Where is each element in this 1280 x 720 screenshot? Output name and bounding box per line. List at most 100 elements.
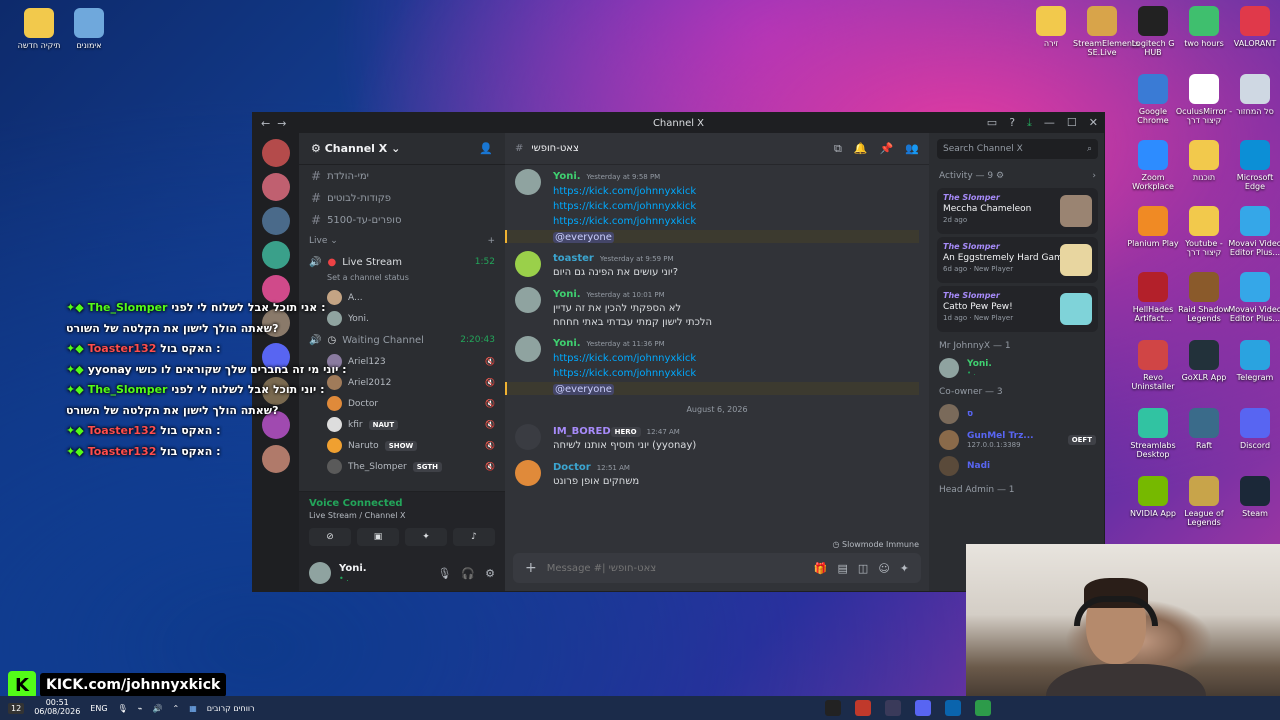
language-indicator[interactable]: ENG	[90, 704, 107, 713]
notification-badge[interactable]: 12	[8, 702, 25, 714]
server-icon[interactable]	[262, 173, 290, 201]
avatar[interactable]	[309, 562, 331, 584]
member-item[interactable]: Yoni. • .	[929, 355, 1104, 381]
voice-channel-live-stream[interactable]: 🔊 ● Live Stream 1:52	[299, 251, 505, 273]
attach-plus-icon[interactable]: +	[525, 560, 537, 576]
message-input[interactable]	[546, 562, 804, 574]
message-author[interactable]: Yoni.	[553, 289, 581, 300]
bell-icon[interactable]: 🔔	[854, 142, 868, 156]
desktop-shortcut[interactable]: זירה	[1022, 6, 1080, 48]
message-author[interactable]: Yoni.	[553, 338, 581, 349]
member-item[interactable]: Nadi	[929, 453, 1104, 479]
close-button[interactable]: ✕	[1089, 116, 1098, 130]
desktop-shortcut[interactable]: Logitech G HUB	[1124, 6, 1182, 57]
screen-share-button[interactable]: ▣	[357, 528, 399, 546]
taskbar-search-text[interactable]: רווחים קרובים	[207, 704, 255, 713]
message-author[interactable]: Yoni.	[553, 171, 581, 182]
obs-taskbar-icon[interactable]	[884, 700, 901, 716]
discord-taskbar-icon[interactable]	[914, 700, 931, 716]
desktop-shortcut[interactable]: אימונים	[60, 8, 118, 50]
add-member-icon[interactable]: 👤	[479, 142, 493, 155]
member-item[interactable]: ס	[929, 401, 1104, 427]
desktop-shortcut[interactable]: Raft	[1175, 408, 1233, 450]
activity-card[interactable]: The Slomper Meccha Chameleon 2d ago	[937, 188, 1098, 234]
nav-arrows[interactable]: ← →	[261, 117, 286, 130]
desktop-shortcut[interactable]: StreamElements SE.Live	[1073, 6, 1139, 57]
microphone-tray-icon[interactable]: 🎙	[118, 704, 128, 713]
sticker-icon[interactable]: ◫	[858, 562, 868, 575]
avatar[interactable]	[515, 424, 541, 450]
add-channel-icon[interactable]: +	[487, 236, 495, 246]
mention[interactable]: @everyone	[553, 384, 614, 395]
voice-location[interactable]: Live Stream / Channel X	[309, 511, 495, 520]
maximize-button[interactable]: ☐	[1067, 116, 1077, 130]
channel-status[interactable]: Set a channel status	[299, 273, 505, 287]
mention[interactable]: @everyone	[553, 232, 614, 243]
message-link[interactable]: https://kick.com/johnnyxkick	[553, 368, 919, 379]
desktop-shortcut[interactable]: Steam	[1226, 476, 1280, 518]
activity-card[interactable]: The Slomper An Eggstremely Hard Game 6d ag…	[937, 237, 1098, 283]
desktop-shortcut[interactable]: Movavi Video Editor Plus...	[1226, 272, 1280, 323]
activities-button[interactable]: ✦	[405, 528, 447, 546]
gif-icon[interactable]: ▤	[838, 562, 848, 575]
avatar[interactable]	[515, 460, 541, 486]
message-author[interactable]: Doctor	[553, 462, 591, 473]
epic-games-taskbar-icon[interactable]	[824, 700, 841, 716]
desktop-shortcut[interactable]: Planium Play	[1124, 206, 1182, 248]
desktop-shortcut[interactable]: HellHades Artifact...	[1124, 272, 1182, 323]
member-item[interactable]: GunMel Trz... 127.0.0.1:3389 OEFT	[929, 427, 1104, 453]
desktop-shortcut[interactable]: Raid Shadow Legends	[1175, 272, 1233, 323]
desktop-shortcut[interactable]: סל המחזור	[1226, 74, 1280, 116]
desktop-shortcut[interactable]: GoXLR App	[1175, 340, 1233, 382]
message-link[interactable]: https://kick.com/johnnyxkick	[553, 186, 919, 197]
server-icon[interactable]	[262, 207, 290, 235]
text-channel-item[interactable]: # סופרים-עד-5100	[299, 209, 505, 231]
message-author[interactable]: toaster	[553, 253, 594, 264]
message-author[interactable]: IM_BORED	[553, 426, 611, 437]
microphone-icon[interactable]: 🎙	[437, 567, 451, 580]
desktop-shortcut[interactable]: OculusMirror - קיצור דרך	[1175, 74, 1233, 125]
settings-gear-icon[interactable]: ⚙	[485, 567, 495, 580]
desktop-shortcut[interactable]: Microsoft Edge	[1226, 140, 1280, 191]
download-icon[interactable]: ⤓	[1027, 116, 1032, 130]
store-taskbar-icon[interactable]	[974, 700, 991, 716]
category-live[interactable]: Live ⌄ +	[299, 231, 505, 251]
threads-icon[interactable]: ⧉	[834, 142, 842, 156]
desktop-shortcut[interactable]: NVIDIA App	[1124, 476, 1182, 518]
help-icon[interactable]: ?	[1009, 116, 1015, 130]
desktop-shortcut[interactable]: תוכנות	[1175, 140, 1233, 182]
pin-icon[interactable]: 📌	[880, 142, 894, 156]
desktop-shortcut[interactable]: Revo Uninstaller	[1124, 340, 1182, 391]
server-icon[interactable]	[262, 241, 290, 269]
volume-icon[interactable]: 🔊	[153, 704, 163, 713]
avatar[interactable]	[515, 169, 541, 195]
desktop-shortcut[interactable]: Youtube - קיצור דרך	[1175, 206, 1233, 257]
widgets-icon[interactable]: ▦	[189, 704, 197, 713]
message-link[interactable]: https://kick.com/johnnyxkick	[553, 353, 919, 364]
desktop-shortcut[interactable]: League of Legends	[1175, 476, 1233, 527]
members-icon[interactable]: 👥	[905, 142, 919, 156]
recording-taskbar-icon[interactable]	[854, 700, 871, 716]
desktop-shortcut[interactable]: Movavi Video Editor Plus...	[1226, 206, 1280, 257]
message-link[interactable]: https://kick.com/johnnyxkick	[553, 201, 919, 212]
camera-off-button[interactable]: ⊘	[309, 528, 351, 546]
text-channel-item[interactable]: # ימי-הולדת	[299, 165, 505, 187]
outlook-taskbar-icon[interactable]	[944, 700, 961, 716]
guild-header[interactable]: ⚙ Channel X ⌄ 👤	[299, 133, 505, 165]
avatar[interactable]	[515, 287, 541, 313]
desktop-shortcut[interactable]: two hours	[1175, 6, 1233, 48]
desktop-shortcut[interactable]: Zoom Workplace	[1124, 140, 1182, 191]
gift-icon[interactable]: 🎁	[814, 562, 828, 575]
avatar[interactable]	[515, 251, 541, 277]
apps-icon[interactable]: ✦	[900, 562, 909, 575]
search-box[interactable]: Search Channel X ⌕	[937, 139, 1098, 159]
chevron-up-icon[interactable]: ⌃	[173, 704, 180, 713]
text-channel-item[interactable]: # פקודות-לבוטים	[299, 187, 505, 209]
desktop-shortcut[interactable]: Discord	[1226, 408, 1280, 450]
desktop-shortcut[interactable]: Streamlabs Desktop	[1124, 408, 1182, 459]
desktop-shortcut[interactable]: VALORANT	[1226, 6, 1280, 48]
desktop-shortcut[interactable]: Google Chrome	[1124, 74, 1182, 125]
clock[interactable]: 00:51 06/08/2026	[34, 698, 80, 717]
network-icon[interactable]: ⌁	[138, 704, 143, 713]
emoji-icon[interactable]: ☺	[878, 562, 889, 575]
